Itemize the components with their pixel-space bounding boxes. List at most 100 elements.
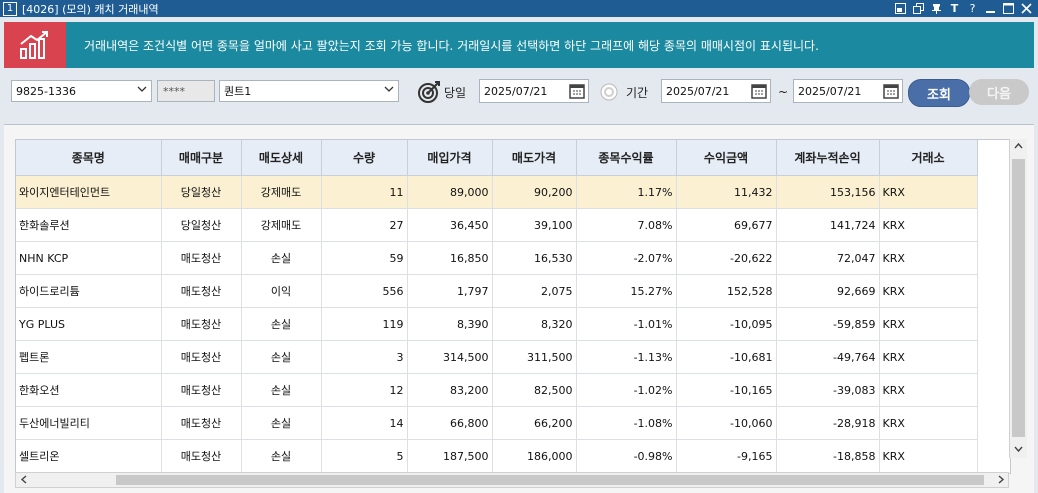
radio-icon[interactable] — [599, 82, 619, 102]
table-row[interactable]: NHN KCP 매도청산 손실 59 16,850 16,530 -2.07% -20,622… — [16, 241, 978, 275]
column-header[interactable]: 계좌누적손익 — [776, 140, 880, 176]
column-header[interactable]: 매도상세 — [241, 140, 322, 176]
table-cell: KRX — [879, 439, 978, 473]
horizontal-scroll-thumb[interactable] — [116, 475, 984, 485]
table-cell: 36,450 — [407, 208, 493, 242]
table-cell: KRX — [879, 373, 978, 407]
period-label: 기간 — [626, 86, 649, 100]
table-cell: 매도청산 — [161, 406, 242, 440]
table-cell: 강제매도 — [241, 208, 322, 242]
table-cell: 92,669 — [776, 274, 880, 308]
table-cell: -39,083 — [776, 373, 880, 407]
table-row[interactable]: YG PLUS 매도청산 손실 119 8,390 8,320 -1.01% -10,095-… — [16, 307, 978, 341]
scroll-up-icon[interactable] — [1014, 142, 1023, 154]
table-row[interactable]: 한화솔루션 당일청산 강제매도 27 36,450 39,100 7.08% 69,677 14… — [16, 208, 978, 242]
period-start-value: 2025/07/21 — [666, 84, 730, 98]
column-header[interactable]: 수익금액 — [676, 140, 777, 176]
table-cell: 매도청산 — [161, 241, 242, 275]
horizontal-scrollbar[interactable] — [15, 472, 1009, 488]
table-cell: 39,100 — [492, 208, 577, 242]
table-cell: 당일청산 — [161, 175, 242, 209]
table-cell: -18,858 — [776, 439, 880, 473]
help-icon[interactable]: ? — [967, 2, 978, 15]
table-cell: 11,432 — [676, 175, 777, 209]
layout-icon[interactable] — [895, 3, 906, 14]
table-cell: -20,622 — [676, 241, 777, 275]
copy-icon[interactable] — [913, 3, 924, 14]
table-cell: -10,060 — [676, 406, 777, 440]
table-row[interactable]: 셀트리온 매도청산 손실 5 187,500 186,000 -0.98% -9,165 -18… — [16, 439, 978, 473]
column-header[interactable]: 매입가격 — [407, 140, 493, 176]
column-header[interactable]: 매매구분 — [161, 140, 242, 176]
table-cell: 141,724 — [776, 208, 880, 242]
password-field[interactable]: **** — [157, 80, 215, 102]
table-cell: YG PLUS — [16, 307, 162, 341]
table-cell: 두산에너빌리티 — [16, 406, 162, 440]
column-header[interactable]: 종목명 — [16, 140, 162, 176]
maximize-icon[interactable] — [1003, 3, 1014, 14]
table-cell: 5 — [321, 439, 408, 473]
trade-date-input[interactable]: 2025/07/21 — [479, 79, 589, 103]
scroll-down-icon[interactable] — [1014, 444, 1023, 456]
table-cell: 187,500 — [407, 439, 493, 473]
account-select[interactable]: 9825-1336 — [11, 80, 152, 102]
table-cell: 12 — [321, 373, 408, 407]
table-cell: NHN KCP — [16, 241, 162, 275]
table-cell: 당일청산 — [161, 208, 242, 242]
table-cell: KRX — [879, 274, 978, 308]
next-button[interactable]: 다음 — [969, 79, 1029, 105]
period-start-input[interactable]: 2025/07/21 — [661, 79, 771, 103]
trade-history-grid: 종목명 매매구분 매도상세 수량 매입가격 매도가격 종목수익률 수익금액 계좌… — [15, 139, 1011, 474]
info-banner: 거래내역은 조건식별 어떤 종목을 얼마에 사고 팔았는지 조회 가능 합니다.… — [4, 22, 1034, 68]
vertical-scroll-thumb[interactable] — [1012, 159, 1025, 437]
table-cell: 매도청산 — [161, 307, 242, 341]
trade-history-table: 종목명 매매구분 매도상세 수량 매입가격 매도가격 종목수익률 수익금액 계좌… — [16, 140, 978, 473]
table-row[interactable]: 한화오션 매도청산 손실 12 83,200 82,500 -1.02% -10,165 -39… — [16, 373, 978, 407]
table-row[interactable]: 펩트론 매도청산 손실 3 314,500 311,500 -1.13% -10,681 -49… — [16, 340, 978, 374]
column-header[interactable]: 거래소 — [879, 140, 978, 176]
strategy-select[interactable]: 퀀트1 — [219, 80, 399, 102]
table-cell: 314,500 — [407, 340, 493, 374]
table-row[interactable]: 와이지엔터테인먼트 당일청산 강제매도 11 89,000 90,200 1.17% 11,4… — [16, 175, 978, 209]
table-cell: 16,530 — [492, 241, 577, 275]
column-header[interactable]: 매도가격 — [492, 140, 577, 176]
table-cell: 89,000 — [407, 175, 493, 209]
banner-text: 거래내역은 조건식별 어떤 종목을 얼마에 사고 팔았는지 조회 가능 합니다.… — [84, 39, 819, 53]
table-cell: KRX — [879, 406, 978, 440]
table-cell: 119 — [321, 307, 408, 341]
table-cell: 강제매도 — [241, 175, 322, 209]
account-value: 9825-1336 — [16, 84, 76, 98]
scroll-right-icon[interactable] — [996, 475, 1005, 487]
table-row[interactable]: 하이드로리튬 매도청산 이익 556 1,797 2,075 15.27% 152,528 92… — [16, 274, 978, 308]
chevron-down-icon — [137, 84, 147, 97]
table-cell: 69,677 — [676, 208, 777, 242]
table-cell: 72,047 — [776, 241, 880, 275]
pin-icon[interactable] — [931, 3, 942, 14]
table-cell: 8,320 — [492, 307, 577, 341]
table-cell: 손실 — [241, 307, 322, 341]
table-cell: 152,528 — [676, 274, 777, 308]
target-icon[interactable] — [417, 80, 441, 104]
calendar-icon[interactable] — [568, 82, 586, 100]
close-icon[interactable] — [1021, 3, 1032, 14]
vertical-scrollbar[interactable] — [1009, 139, 1027, 458]
table-cell: 매도청산 — [161, 373, 242, 407]
table-row[interactable]: 두산에너빌리티 매도청산 손실 14 66,800 66,200 -1.08% -10,060… — [16, 406, 978, 440]
column-header[interactable]: 수량 — [321, 140, 408, 176]
font-icon[interactable]: T — [949, 2, 960, 15]
column-header[interactable]: 종목수익률 — [576, 140, 677, 176]
table-cell: 매도청산 — [161, 439, 242, 473]
table-cell: -1.02% — [576, 373, 677, 407]
calendar-icon[interactable] — [882, 82, 900, 100]
minimize-icon[interactable] — [985, 3, 996, 14]
table-cell: KRX — [879, 340, 978, 374]
search-button[interactable]: 조회 — [908, 79, 970, 107]
table-cell: -49,764 — [776, 340, 880, 374]
table-cell: 153,156 — [776, 175, 880, 209]
scroll-left-icon[interactable] — [20, 475, 29, 487]
table-cell: 27 — [321, 208, 408, 242]
period-end-input[interactable]: 2025/07/21 — [793, 79, 903, 103]
calendar-icon[interactable] — [750, 82, 768, 100]
table-cell: -28,918 — [776, 406, 880, 440]
table-cell: 66,800 — [407, 406, 493, 440]
